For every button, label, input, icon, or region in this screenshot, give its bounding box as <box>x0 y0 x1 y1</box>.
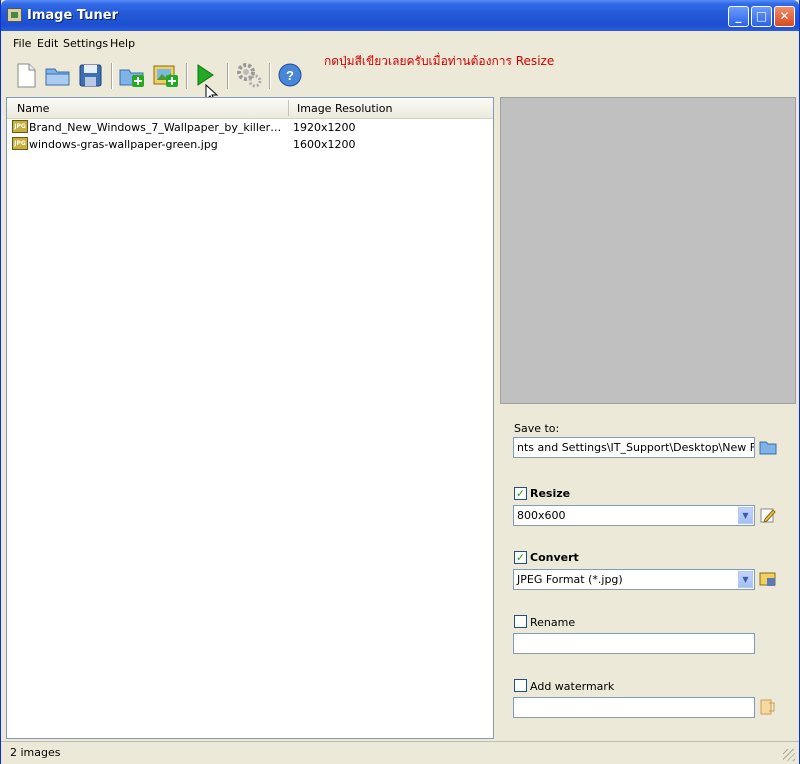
menu-help[interactable]: Help <box>110 37 135 50</box>
open-folder-icon <box>45 68 70 86</box>
status-text: 2 images <box>10 746 61 759</box>
watermark-label: Add watermark <box>530 680 615 693</box>
resize-grip[interactable] <box>783 749 795 761</box>
window-title: Image Tuner <box>27 8 118 23</box>
add-folder-icon <box>119 69 144 87</box>
add-folder-button[interactable] <box>118 61 144 89</box>
menu-settings[interactable]: Settings <box>63 37 108 50</box>
rename-field[interactable] <box>513 633 755 654</box>
file-name: windows-gras-wallpaper-green.jpg <box>29 138 218 151</box>
toolbar-separator <box>111 63 113 89</box>
file-resolution: 1600x1200 <box>293 138 356 151</box>
column-resolution[interactable]: Image Resolution <box>297 102 392 115</box>
minimize-button[interactable]: _ <box>728 6 749 27</box>
resize-label: Resize <box>530 487 571 500</box>
title-bar[interactable]: Image Tuner _ □ ✕ <box>1 0 799 31</box>
edit-icon <box>760 508 776 523</box>
new-file-button[interactable] <box>13 61 39 89</box>
watermark-icon <box>760 699 775 715</box>
menu-file[interactable]: File <box>13 37 31 50</box>
toolbar: ? <box>1 57 799 103</box>
add-image-button[interactable] <box>152 61 178 89</box>
folder-icon <box>759 441 777 455</box>
app-icon[interactable] <box>7 8 22 22</box>
save-icon <box>79 64 102 87</box>
file-name: Brand_New_Windows_7_Wallpaper_by_killer7… <box>29 121 285 134</box>
column-divider[interactable] <box>288 100 289 116</box>
watermark-options-button[interactable] <box>759 699 777 715</box>
close-button[interactable]: ✕ <box>774 6 795 27</box>
convert-select[interactable]: JPEG Format (*.jpg) ▼ <box>513 569 755 590</box>
image-format-icon <box>759 572 776 586</box>
save-to-field[interactable]: nts and Settings\IT_Support\Desktop\New … <box>513 437 755 458</box>
image-preview <box>500 97 796 404</box>
start-resize-button[interactable] <box>193 61 219 103</box>
list-item[interactable]: JPG Brand_New_Windows_7_Wallpaper_by_kil… <box>7 119 493 136</box>
status-bar: 2 images <box>1 741 799 764</box>
add-image-icon <box>153 65 178 87</box>
svg-text:?: ? <box>286 68 294 83</box>
toolbar-separator <box>269 63 271 89</box>
resize-select-value: 800x600 <box>517 509 566 522</box>
rename-checkbox[interactable] <box>514 615 527 628</box>
app-window: Image Tuner _ □ ✕ File Edit Settings Hel… <box>0 0 800 764</box>
convert-label: Convert <box>530 551 579 564</box>
settings-button[interactable] <box>235 61 262 89</box>
edit-resize-button[interactable] <box>759 507 777 523</box>
file-resolution: 1920x1200 <box>293 121 356 134</box>
rename-label: Rename <box>530 616 576 629</box>
watermark-field[interactable] <box>513 697 755 718</box>
help-button[interactable]: ? <box>277 61 303 89</box>
toolbar-separator <box>186 63 188 89</box>
convert-options-button[interactable] <box>759 571 777 587</box>
list-header: Name Image Resolution <box>7 98 493 119</box>
image-list[interactable]: Name Image Resolution JPG Brand_New_Wind… <box>6 97 494 739</box>
resize-checkbox[interactable]: ✓ <box>514 487 527 500</box>
gear-icon <box>237 63 262 88</box>
chevron-down-icon[interactable]: ▼ <box>738 571 753 588</box>
browse-folder-button[interactable] <box>759 439 777 455</box>
new-file-icon <box>17 63 36 88</box>
menu-edit[interactable]: Edit <box>37 37 58 50</box>
watermark-checkbox[interactable] <box>514 679 527 692</box>
open-folder-button[interactable] <box>44 61 70 89</box>
resize-select[interactable]: 800x600 ▼ <box>513 505 755 526</box>
jpg-file-icon: JPG <box>12 137 28 150</box>
convert-select-value: JPEG Format (*.jpg) <box>517 573 623 586</box>
chevron-down-icon[interactable]: ▼ <box>738 507 753 524</box>
column-name[interactable]: Name <box>17 102 49 115</box>
convert-checkbox[interactable]: ✓ <box>514 551 527 564</box>
play-icon <box>197 64 219 103</box>
jpg-file-icon: JPG <box>12 120 28 133</box>
list-item[interactable]: JPG windows-gras-wallpaper-green.jpg 160… <box>7 136 493 153</box>
help-icon: ? <box>278 63 302 87</box>
maximize-button[interactable]: □ <box>751 6 772 27</box>
save-to-label: Save to: <box>514 422 560 435</box>
save-button[interactable] <box>77 61 103 89</box>
toolbar-separator <box>227 63 229 89</box>
